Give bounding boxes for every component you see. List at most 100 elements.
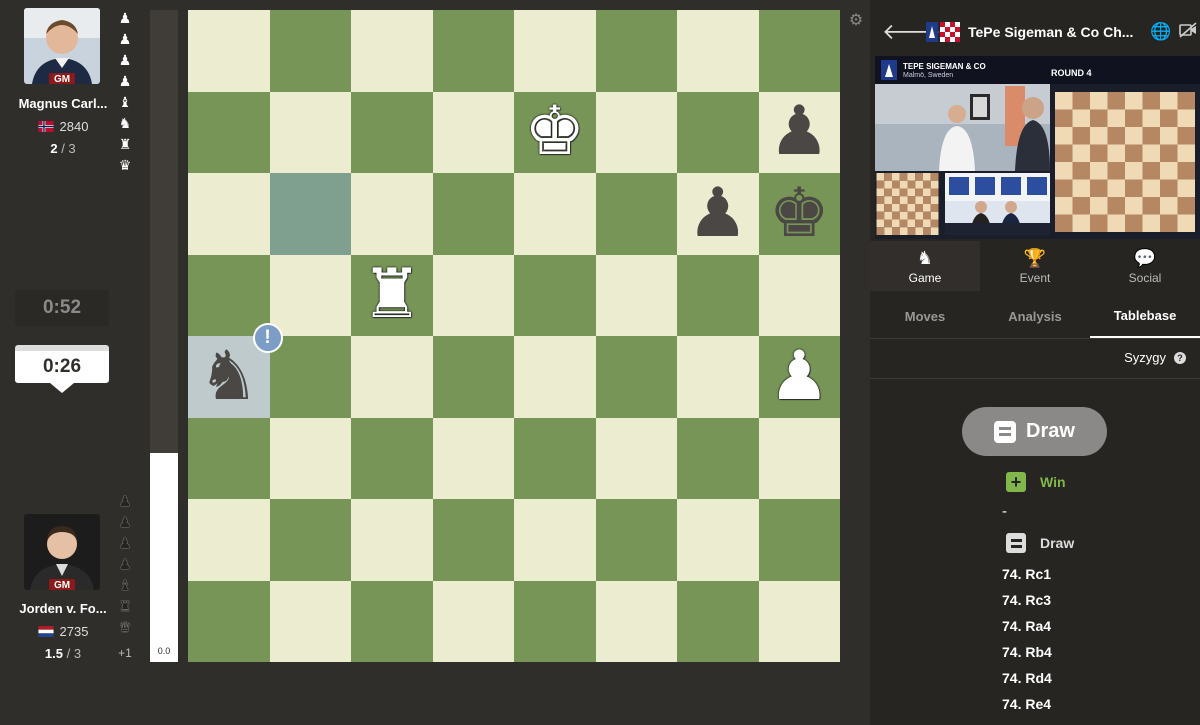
top-player-name[interactable]: Magnus Carl...	[8, 96, 118, 111]
board-square[interactable]	[188, 173, 270, 255]
bottom-player-score-total: / 3	[66, 646, 82, 661]
tablebase-move[interactable]: 74. Re4	[1002, 692, 1052, 718]
board-square[interactable]	[351, 10, 433, 92]
event-header: 🡐 TePe Sigeman & Co Ch... 🌐	[870, 10, 1200, 54]
board-square[interactable]	[514, 499, 596, 581]
top-player-captured-piece-icon: ♟	[118, 31, 132, 47]
board-square[interactable]	[351, 336, 433, 418]
board-square[interactable]	[677, 91, 759, 173]
video-off-icon[interactable]	[1176, 21, 1200, 43]
board-square[interactable]	[351, 91, 433, 173]
board-square[interactable]	[595, 254, 677, 336]
board-square[interactable]	[432, 417, 514, 499]
evaluation-bar[interactable]: 0.0	[150, 10, 178, 662]
white-king-piece[interactable]: ♚	[514, 92, 596, 174]
tablebase-move[interactable]: 74. Rc1	[1002, 562, 1052, 588]
board-square[interactable]	[758, 254, 840, 336]
board-square[interactable]	[514, 417, 596, 499]
help-icon[interactable]: ?	[1174, 351, 1186, 364]
board-square[interactable]	[758, 499, 840, 581]
board-square[interactable]	[514, 10, 596, 92]
board-square[interactable]	[269, 336, 351, 418]
white-rook-piece[interactable]: ♜	[351, 255, 433, 337]
board-square[interactable]	[758, 10, 840, 92]
tab-social[interactable]: 💬 Social	[1090, 241, 1200, 291]
board-square[interactable]	[758, 417, 840, 499]
board-square[interactable]	[677, 499, 759, 581]
board-square[interactable]	[514, 173, 596, 255]
board-square[interactable]	[269, 580, 351, 662]
board-square[interactable]	[677, 417, 759, 499]
board-square[interactable]	[514, 336, 596, 418]
board-square[interactable]	[432, 499, 514, 581]
chess-board[interactable]: ♚ ♟ ♟ ♚ ♜ ♞ ♟!	[188, 10, 840, 662]
board-square[interactable]	[351, 173, 433, 255]
board-square[interactable]	[188, 10, 270, 92]
tablebase-move[interactable]: 74. Rd4	[1002, 666, 1052, 692]
black-pawn-g5-piece[interactable]: ♟	[677, 173, 759, 255]
tablebase-move[interactable]: 74. Rc3	[1002, 588, 1052, 614]
globe-icon[interactable]: 🌐	[1149, 22, 1173, 42]
draw-equals-icon	[1006, 533, 1026, 553]
board-square[interactable]	[677, 336, 759, 418]
board-square[interactable]	[514, 580, 596, 662]
board-square[interactable]	[269, 10, 351, 92]
board-square[interactable]	[432, 173, 514, 255]
white-pawn-h3-piece[interactable]: ♟	[759, 336, 841, 418]
black-king-piece[interactable]: ♚	[759, 173, 841, 255]
board-square[interactable]	[677, 580, 759, 662]
black-pawn-h6-piece[interactable]: ♟	[759, 92, 841, 174]
board-square[interactable]	[432, 10, 514, 92]
top-player-avatar[interactable]: GM	[24, 8, 100, 84]
board-square[interactable]	[269, 173, 351, 255]
board-square[interactable]	[269, 417, 351, 499]
subtab-moves[interactable]: Moves	[870, 295, 980, 338]
board-square[interactable]	[351, 580, 433, 662]
event-title[interactable]: TePe Sigeman & Co Ch...	[968, 24, 1145, 40]
board-square[interactable]	[269, 499, 351, 581]
board-square[interactable]	[595, 336, 677, 418]
board-settings-gear-icon[interactable]: ⚙	[847, 11, 865, 29]
bottom-player-avatar[interactable]: GM	[24, 514, 100, 590]
board-square[interactable]	[269, 91, 351, 173]
board-square[interactable]	[514, 254, 596, 336]
bottom-player-name[interactable]: Jorden v. Fo...	[8, 601, 118, 616]
board-square[interactable]	[595, 173, 677, 255]
board-square[interactable]	[269, 254, 351, 336]
board-square[interactable]	[351, 417, 433, 499]
board-square[interactable]	[188, 254, 270, 336]
netherlands-flag-icon	[37, 626, 54, 637]
tab-event[interactable]: 🏆 Event	[980, 241, 1090, 291]
board-square[interactable]	[432, 336, 514, 418]
top-player-clock: 0:52	[15, 290, 109, 326]
board-square[interactable]	[432, 91, 514, 173]
tablebase-move[interactable]: 74. Ra4	[1002, 614, 1052, 640]
board-square[interactable]	[595, 417, 677, 499]
board-square[interactable]	[677, 10, 759, 92]
board-square[interactable]	[595, 580, 677, 662]
board-square[interactable]	[758, 580, 840, 662]
board-square[interactable]	[188, 580, 270, 662]
live-stream-video[interactable]: TEPE SIGEMAN & CO Malmö, Sweden ROUND 4	[875, 56, 1200, 239]
norway-flag-icon	[37, 121, 54, 132]
board-square[interactable]	[188, 417, 270, 499]
top-player-captured-pieces: ♟ ♟ ♟ ♟ ♝ ♞ ♜ ♛	[113, 8, 137, 176]
subtab-analysis[interactable]: Analysis	[980, 295, 1090, 338]
subtab-tablebase[interactable]: Tablebase	[1090, 295, 1200, 338]
board-square[interactable]	[595, 499, 677, 581]
board-square[interactable]	[595, 10, 677, 92]
board-square[interactable]	[432, 580, 514, 662]
bottom-player-rating-row: 2735	[8, 624, 118, 639]
board-square[interactable]	[188, 499, 270, 581]
board-square[interactable]	[188, 91, 270, 173]
tab-label: Event	[1019, 270, 1051, 285]
tablebase-move[interactable]: 74. Rb4	[1002, 640, 1052, 666]
board-square[interactable]	[677, 254, 759, 336]
top-player-captured-piece-icon: ♟	[118, 52, 132, 68]
tab-game[interactable]: ♞ Game	[870, 241, 980, 291]
board-square[interactable]	[351, 499, 433, 581]
board-square[interactable]	[595, 91, 677, 173]
tablebase-result: Draw	[1026, 420, 1075, 442]
arrow-left-icon[interactable]: 🡐	[882, 19, 941, 45]
board-square[interactable]	[432, 254, 514, 336]
